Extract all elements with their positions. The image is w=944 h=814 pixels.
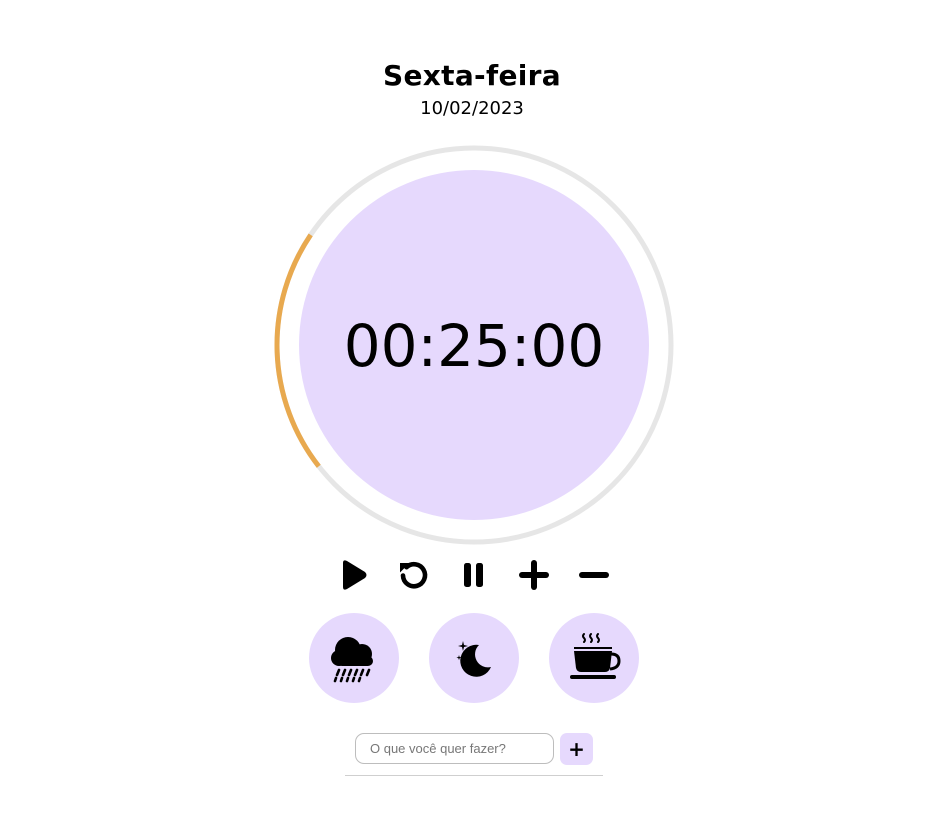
- play-icon: [343, 560, 367, 590]
- task-input[interactable]: [355, 733, 554, 764]
- plus-icon: [519, 560, 549, 590]
- decrease-time-button[interactable]: [576, 557, 612, 593]
- coffee-sound-button[interactable]: [549, 613, 639, 703]
- pause-icon: [464, 563, 483, 587]
- ambient-sounds: [0, 613, 944, 703]
- weekday-title: Sexta-feira: [383, 59, 561, 92]
- rain-cloud-icon: [331, 637, 373, 683]
- add-task-button[interactable]: +: [560, 733, 593, 765]
- rain-sound-button[interactable]: [309, 613, 399, 703]
- night-sound-button[interactable]: [429, 613, 519, 703]
- increase-time-button[interactable]: [516, 557, 552, 593]
- coffee-cup-icon: [570, 633, 621, 679]
- reset-button[interactable]: [396, 557, 432, 593]
- minus-icon: [579, 572, 609, 578]
- reset-icon: [400, 561, 428, 589]
- timer-controls: [0, 557, 944, 593]
- moon-stars-icon: [456, 641, 491, 677]
- date-header: Sexta-feira 10/02/2023: [0, 56, 944, 122]
- play-button[interactable]: [336, 557, 372, 593]
- timer-display: 00:25:00: [343, 312, 605, 380]
- date-label: 10/02/2023: [420, 98, 524, 119]
- timer-face: 00:25:00: [299, 170, 649, 520]
- pause-button[interactable]: [456, 557, 492, 593]
- task-list-divider: [345, 775, 603, 776]
